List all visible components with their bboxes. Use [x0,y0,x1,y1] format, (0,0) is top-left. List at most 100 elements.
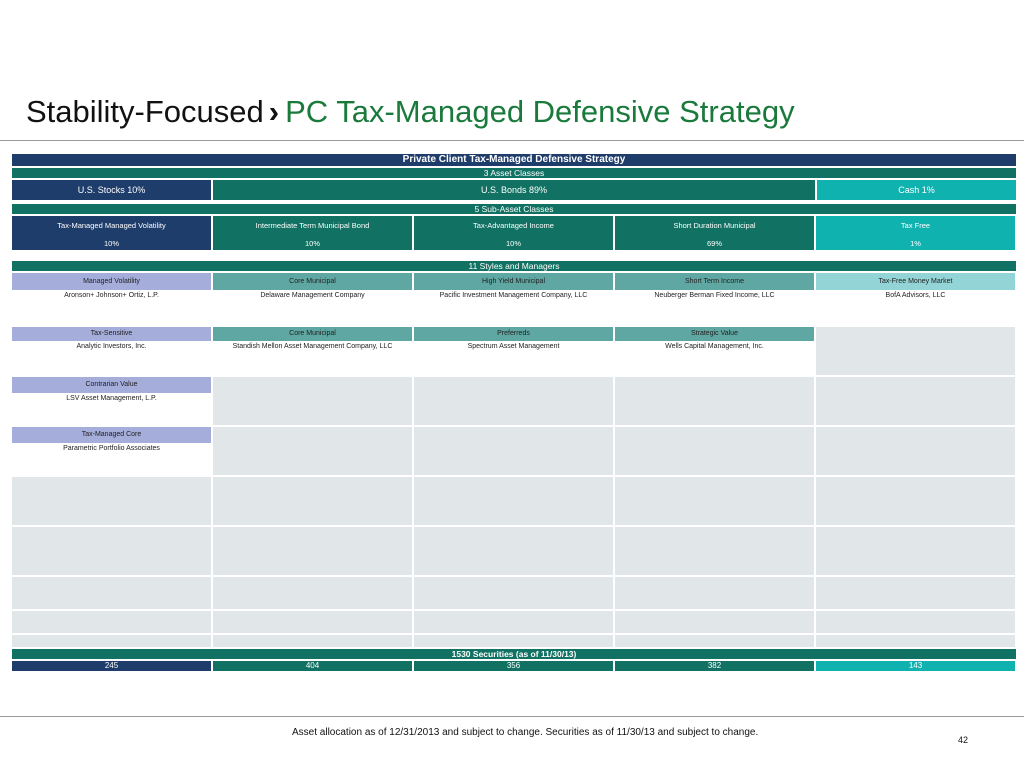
asset-class-cash: Cash 1% [817,180,1016,200]
table-header: Private Client Tax-Managed Defensive Str… [12,154,1016,166]
securities-header: 1530 Securities (as of 11/30/13) [12,649,1016,659]
sub-asset-name: Tax-Advantaged Income [473,221,554,230]
style-cell: High Yield Municipal Pacific Investment M… [414,273,613,325]
empty-cell [213,635,412,647]
manager-name: Aronson+ Johnson+ Ortiz, L.P. [12,290,211,300]
chevron-right-icon: › [268,94,280,129]
manager-name: LSV Asset Management, L.P. [12,393,211,403]
empty-cell [615,527,814,575]
empty-cell [213,477,412,525]
sub-asset-pct: 10% [505,239,521,248]
style-label: High Yield Municipal [414,273,613,290]
style-label: Core Municipal [213,327,412,341]
styles-header: 11 Styles and Managers [12,261,1016,271]
style-label: Core Municipal [213,273,412,290]
empty-cell [816,577,1015,609]
empty-cell [816,635,1015,647]
empty-cell [414,635,613,647]
manager-name: Neuberger Berman Fixed Income, LLC [615,290,814,300]
empty-cell [414,577,613,609]
empty-cell [615,377,814,425]
empty-cell [615,611,814,633]
sub-asset-name: Intermediate Term Municipal Bond [255,221,370,230]
empty-cell [213,427,412,475]
asset-class-stocks: U.S. Stocks 10% [12,180,211,200]
empty-cell [12,611,211,633]
strategy-table: Private Client Tax-Managed Defensive Str… [12,154,1016,673]
manager-name: Wells Capital Management, Inc. [615,341,814,351]
empty-cell [816,377,1015,425]
securities-count: 356 [414,661,613,671]
empty-cell [12,527,211,575]
style-cell: Managed Volatility Aronson+ Johnson+ Orti… [12,273,211,325]
empty-cell [414,477,613,525]
style-label: Contrarian Value [12,377,211,393]
securities-count: 143 [816,661,1015,671]
empty-cell [414,377,613,425]
footer-divider [0,716,1024,717]
sub-asset-cell: Intermediate Term Municipal Bond 10% [213,216,412,250]
sub-asset-name: Tax-Managed Managed Volatility [57,221,166,230]
empty-cell [213,611,412,633]
empty-cell [615,635,814,647]
empty-cell [816,477,1015,525]
empty-cell [414,527,613,575]
sub-asset-cell: Tax Free 1% [816,216,1015,250]
asset-class-bonds: U.S. Bonds 89% [213,180,815,200]
sub-asset-cell: Tax-Advantaged Income 10% [414,216,613,250]
title-divider [0,140,1024,141]
style-cell: Tax-Free Money Market BofA Advisors, LLC [816,273,1015,325]
style-cell: Tax-Sensitive Analytic Investors, Inc. [12,327,211,375]
empty-cell [213,527,412,575]
sub-asset-pct: 1% [910,239,921,248]
page-number: 42 [958,735,969,745]
empty-cell [615,427,814,475]
empty-cell [213,577,412,609]
style-cell: Core Municipal Delaware Management Compan… [213,273,412,325]
manager-name: Parametric Portfolio Associates [12,443,211,453]
footnote: Asset allocation as of 12/31/2013 and su… [292,727,759,738]
empty-cell [12,577,211,609]
style-label: Managed Volatility [12,273,211,290]
manager-name: Standish Mellon Asset Management Company… [213,341,412,351]
style-cell: Contrarian Value LSV Asset Management, L.… [12,377,211,425]
title-prefix: Stability-Focused [26,94,264,129]
asset-classes-header: 3 Asset Classes [12,168,1016,178]
style-label: Tax-Free Money Market [816,273,1015,290]
style-label: Tax-Managed Core [12,427,211,443]
style-label: Short Term Income [615,273,814,290]
style-label: Preferreds [414,327,613,341]
empty-cell [414,611,613,633]
sub-asset-header: 5 Sub-Asset Classes [12,204,1016,214]
empty-cell [615,577,814,609]
manager-name: Delaware Management Company [213,290,412,300]
slide-title: Stability-Focused › PC Tax-Managed Defensi… [26,92,795,132]
manager-name: Spectrum Asset Management [414,341,613,351]
manager-name: BofA Advisors, LLC [816,290,1015,300]
title-main: PC Tax-Managed Defensive Strategy [285,94,795,129]
securities-count: 245 [12,661,211,671]
sub-asset-cell: Tax-Managed Managed Volatility 10% [12,216,211,250]
sub-asset-cell: Short Duration Municipal 69% [615,216,814,250]
sub-asset-name: Tax Free [900,221,931,230]
empty-cell [615,477,814,525]
sub-asset-pct: 10% [103,239,119,248]
sub-asset-pct: 69% [706,239,722,248]
securities-count: 404 [213,661,412,671]
style-cell: Preferreds Spectrum Asset Management [414,327,613,375]
empty-cell [12,635,211,647]
style-cell: Tax-Managed Core Parametric Portfolio Ass… [12,427,211,475]
securities-count: 382 [615,661,814,671]
empty-cell [816,327,1015,375]
style-label: Strategic Value [615,327,814,341]
empty-cell [816,611,1015,633]
manager-name: Pacific Investment Management Company, L… [414,290,613,300]
empty-cell [816,527,1015,575]
sub-asset-name: Short Duration Municipal [673,221,756,230]
empty-cell [12,477,211,525]
empty-cell [414,427,613,475]
style-label: Tax-Sensitive [12,327,211,341]
style-cell: Short Term Income Neuberger Berman Fixed … [615,273,814,325]
sub-asset-pct: 10% [304,239,320,248]
empty-cell [213,377,412,425]
